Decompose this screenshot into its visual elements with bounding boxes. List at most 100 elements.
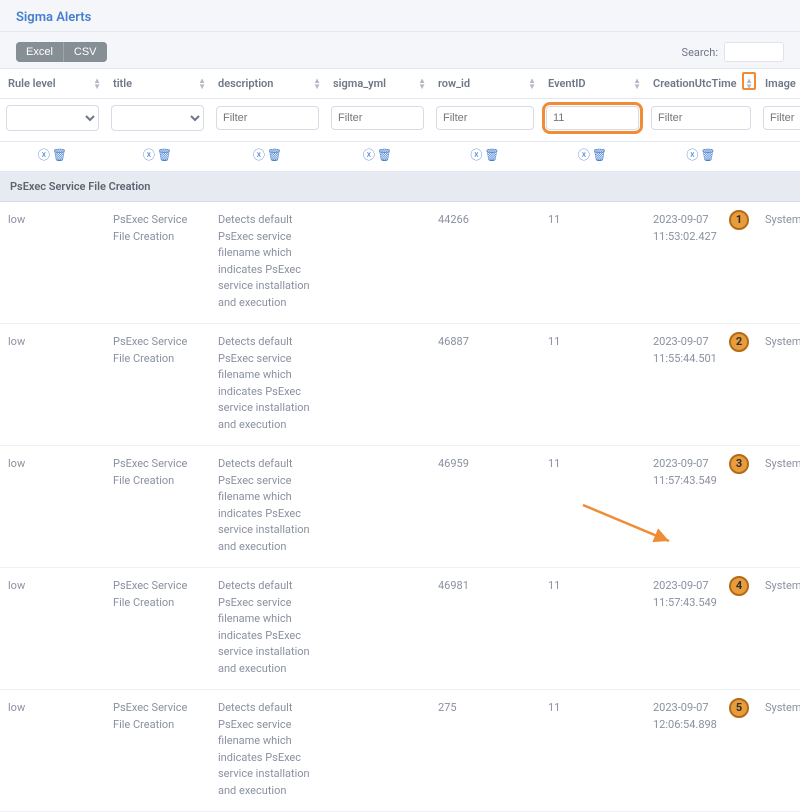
cell-description: Detects default PsExec service filename … [210,690,325,812]
sort-icon: ▲▼ [418,78,426,90]
export-csv-button[interactable]: CSV [63,42,107,62]
cell-sigma-yml [325,568,430,690]
filter-event-id-input[interactable] [546,106,639,130]
cell-sigma-yml [325,690,430,812]
cell-image: System [757,690,800,812]
sort-icon: ▲▼ [93,78,101,90]
sort-icon: ▲▼ [313,78,321,90]
cell-creation-utc: 2023-09-07 11:57:43.5493 [645,446,757,568]
annotation-badge: 3 [729,454,749,474]
search-wrap: Search: [682,42,784,62]
col-row-id-label: row_id [438,77,470,90]
cell-description: Detects default PsExec service filename … [210,568,325,690]
col-description-label: description [218,77,273,90]
col-description[interactable]: description ▲▼ [210,69,325,99]
search-input[interactable] [724,42,784,62]
delete-icon[interactable]: 🗑 [51,148,68,162]
cell-title: PsExec Service File Creation [105,324,210,446]
cell-image: System [757,568,800,690]
cell-event-id: 11 [540,202,645,324]
cell-title: PsExec Service File Creation [105,690,210,812]
delete-icon[interactable]: 🗑 [376,148,393,162]
col-title[interactable]: title ▲▼ [105,69,210,99]
filter-image-input[interactable] [763,106,800,130]
cell-creation-utc: 2023-09-07 11:53:02.4271 [645,202,757,324]
annotation-badge: 4 [729,576,749,596]
cell-title: PsExec Service File Creation [105,568,210,690]
col-image[interactable]: Image [757,69,800,99]
cell-description: Detects default PsExec service filename … [210,446,325,568]
delete-icon[interactable]: 🗑 [266,148,283,162]
col-sigma-yml[interactable]: sigma_yml ▲▼ [325,69,430,99]
group-row: PsExec Service File Creation [0,172,800,202]
cell-title: PsExec Service File Creation [105,446,210,568]
clear-icon[interactable]: ⓧ [142,146,156,163]
filter-rule-level-select[interactable] [6,105,99,131]
col-rule-level[interactable]: Rule level ▲▼ [0,69,105,99]
table-row: lowPsExec Service File CreationDetects d… [0,324,800,446]
toolbar: Excel CSV Search: [0,42,800,68]
cell-row-id: 275 [430,690,540,812]
cell-row-id: 44266 [430,202,540,324]
col-image-label: Image [765,77,796,90]
sort-icon: ▲▼ [633,78,641,90]
cell-row-id: 46959 [430,446,540,568]
cell-image: System [757,202,800,324]
cell-level: low [0,324,105,446]
cell-event-id: 11 [540,568,645,690]
cell-row-id: 46981 [430,568,540,690]
annotation-badge: 5 [729,698,749,718]
cell-title: PsExec Service File Creation [105,202,210,324]
clear-icon[interactable]: ⓧ [362,146,376,163]
cell-sigma-yml [325,202,430,324]
cell-level: low [0,690,105,812]
annotation-badge: 2 [729,332,749,352]
cell-description: Detects default PsExec service filename … [210,202,325,324]
col-event-id-label: EventID [548,77,586,90]
cell-event-id: 11 [540,446,645,568]
divider [0,31,800,32]
clear-icon[interactable]: ⓧ [577,146,591,163]
filter-row-id-input[interactable] [436,106,534,130]
sort-icon: ▲▼ [528,78,536,90]
cell-sigma-yml [325,446,430,568]
col-row-id[interactable]: row_id ▲▼ [430,69,540,99]
export-group: Excel CSV [16,42,107,62]
cell-creation-utc: 2023-09-07 11:57:43.5494 [645,568,757,690]
cell-description: Detects default PsExec service filename … [210,324,325,446]
col-sigma-yml-label: sigma_yml [333,77,386,90]
col-event-id[interactable]: EventID ▲▼ [540,69,645,99]
clear-icon[interactable]: ⓧ [252,146,266,163]
filter-creation-utc-input[interactable] [651,106,751,130]
table-row: lowPsExec Service File CreationDetects d… [0,690,800,812]
page-title: Sigma Alerts [0,0,800,31]
col-creation-utc[interactable]: CreationUtcTime▲▼ [645,69,757,99]
annotation-badge: 1 [729,210,749,230]
col-title-label: title [113,77,132,90]
export-excel-button[interactable]: Excel [16,42,63,62]
cell-event-id: 11 [540,690,645,812]
delete-icon[interactable]: 🗑 [699,148,716,162]
delete-icon[interactable]: 🗑 [483,148,500,162]
filter-title-select[interactable] [111,105,204,131]
delete-icon[interactable]: 🗑 [156,148,173,162]
alerts-table: Rule level ▲▼ title ▲▼ description ▲▼ sigma… [0,68,800,812]
cell-level: low [0,202,105,324]
cell-creation-utc: 2023-09-07 11:55:44.5012 [645,324,757,446]
clear-icon[interactable]: ⓧ [37,146,51,163]
col-rule-level-label: Rule level [8,77,56,90]
cell-row-id: 46887 [430,324,540,446]
group-label: PsExec Service File Creation [0,172,800,202]
clear-icon[interactable]: ⓧ [685,146,699,163]
search-label: Search: [682,46,718,59]
clear-icon[interactable]: ⓧ [469,146,483,163]
filter-description-input[interactable] [216,106,319,130]
col-creation-utc-label: CreationUtcTime [653,77,737,90]
delete-icon[interactable]: 🗑 [591,148,608,162]
cell-image: System [757,324,800,446]
filter-row [0,99,800,142]
filter-sigma-yml-input[interactable] [331,106,424,130]
sort-icon: ▲▼ [198,78,206,90]
icon-row: ⓧ🗑 ⓧ🗑 ⓧ🗑 ⓧ🗑 ⓧ🗑 ⓧ🗑 ⓧ🗑 [0,142,800,172]
cell-sigma-yml [325,324,430,446]
